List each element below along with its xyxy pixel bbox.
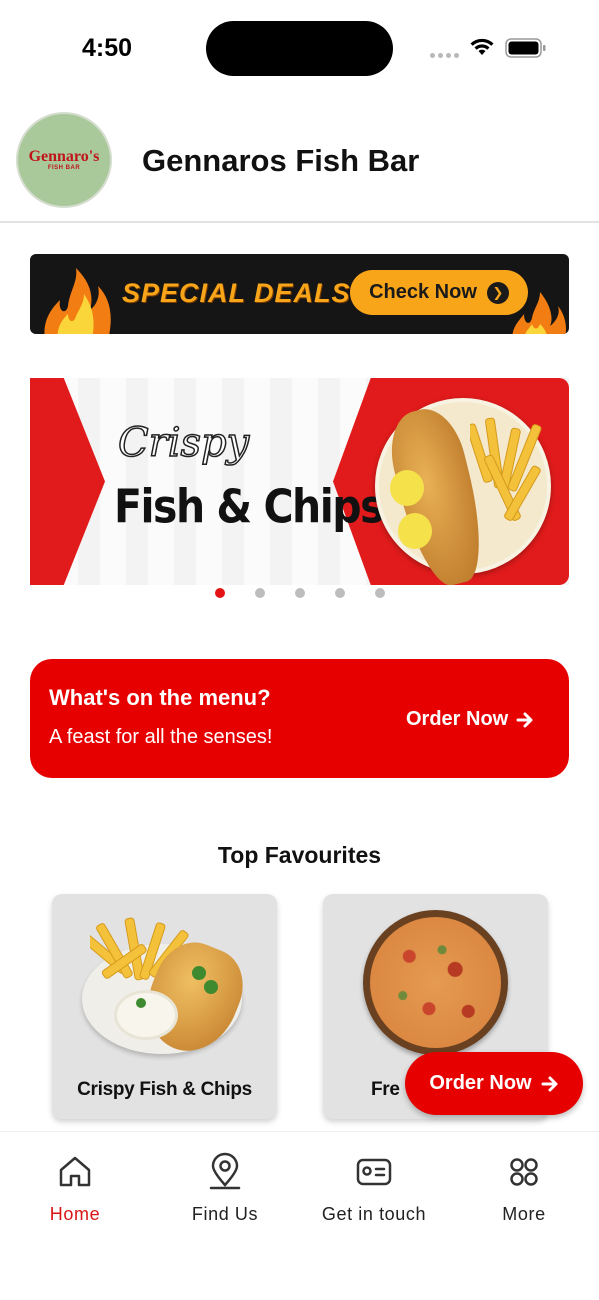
location-icon xyxy=(209,1152,241,1190)
carousel-dot[interactable] xyxy=(214,588,225,598)
check-now-label: Check Now xyxy=(369,281,477,303)
menu-card-title: What's on the menu? xyxy=(49,685,271,710)
logo-title: Gennaro's xyxy=(28,148,100,165)
nav-label-more: More xyxy=(502,1204,546,1224)
nav-label-find-us: Find Us xyxy=(191,1204,259,1224)
carousel-dot[interactable] xyxy=(254,588,265,598)
deals-title: SPECIAL DEALS xyxy=(122,278,351,308)
check-now-button[interactable]: Check Now ❯ xyxy=(350,270,528,315)
floating-order-now-button[interactable]: Order Now xyxy=(405,1052,583,1115)
dip-image xyxy=(114,990,178,1040)
battery-icon xyxy=(505,38,546,58)
wifi-icon xyxy=(470,38,494,55)
arrow-right-icon xyxy=(541,1076,558,1091)
pizza-topping xyxy=(370,917,501,1048)
hero-script-text: Crispy xyxy=(117,419,250,467)
fries-image xyxy=(470,417,542,521)
herb-image xyxy=(192,966,206,980)
status-time: 4:50 xyxy=(82,34,133,62)
favourite-card[interactable]: Crispy Fish & Chips xyxy=(52,894,277,1119)
menu-card-subtitle: A feast for all the senses! xyxy=(49,726,273,748)
carousel-indicators xyxy=(0,588,599,598)
signal-icon xyxy=(430,53,459,58)
order-now-button[interactable]: Order Now xyxy=(406,708,534,731)
nav-label-home: Home xyxy=(49,1204,101,1224)
home-icon xyxy=(59,1156,91,1187)
nav-item-home[interactable]: Home xyxy=(0,1152,150,1225)
favourite-label: Crispy Fish & Chips xyxy=(77,1079,252,1100)
hero-carousel[interactable]: Crispy Fish & Chips xyxy=(30,378,569,585)
herb-image xyxy=(204,980,218,994)
nav-item-find-us[interactable]: Find Us xyxy=(150,1152,300,1225)
page-title: Gennaros Fish Bar xyxy=(142,143,420,178)
carousel-dot[interactable] xyxy=(374,588,385,598)
lemon-image xyxy=(390,470,424,506)
section-heading: Top Favourites xyxy=(217,842,382,868)
nav-item-more[interactable]: More xyxy=(449,1152,599,1225)
arrow-right-icon xyxy=(516,712,533,727)
lemon-image xyxy=(398,513,432,549)
status-bar: 4:50 xyxy=(0,0,599,96)
nav-item-get-in-touch[interactable]: Get in touch xyxy=(299,1152,449,1225)
order-now-label: Order Now xyxy=(406,708,509,730)
nav-label-get-in-touch: Get in touch xyxy=(321,1204,427,1224)
floating-order-label: Order Now xyxy=(429,1072,532,1094)
menu-promo-card[interactable]: What's on the menu? A feast for all the … xyxy=(30,659,569,778)
contact-card-icon xyxy=(356,1158,392,1186)
brand-logo[interactable]: Gennaro's FISH BAR xyxy=(16,112,112,208)
herb-image xyxy=(136,998,146,1008)
app-header: Gennaro's FISH BAR Gennaros Fish Bar xyxy=(0,96,599,223)
logo-subtitle: FISH BAR xyxy=(47,165,81,171)
chevron-right-icon: ❯ xyxy=(486,281,509,304)
carousel-dot[interactable] xyxy=(294,588,305,598)
carousel-dot[interactable] xyxy=(334,588,345,598)
grid-icon xyxy=(510,1158,538,1186)
hero-title: Fish & Chips xyxy=(114,480,385,534)
hero-decoration xyxy=(30,378,105,585)
bottom-nav: Home Find Us Get in touch More xyxy=(0,1131,599,1300)
dynamic-island xyxy=(206,21,393,76)
special-deals-banner[interactable]: SPECIAL DEALS Check Now ❯ xyxy=(30,254,569,334)
